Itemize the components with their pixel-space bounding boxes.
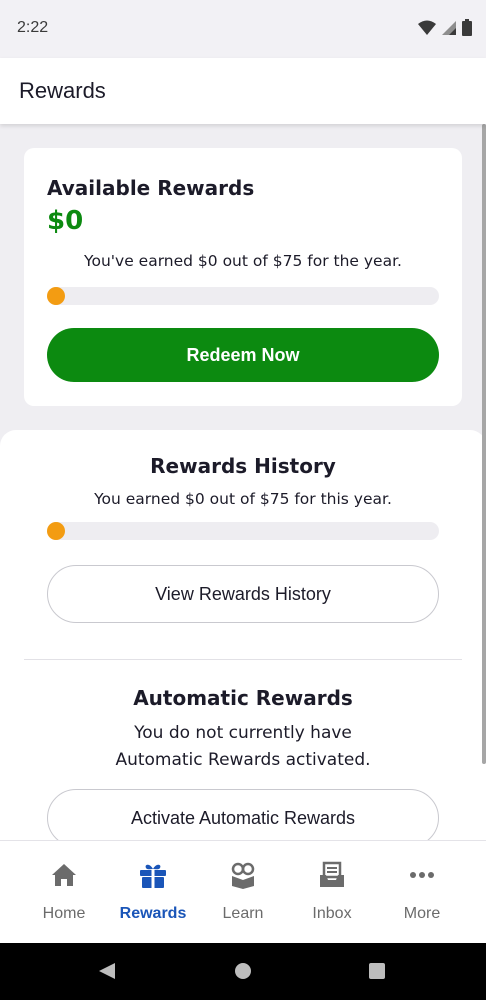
nav-label-more: More — [403, 905, 441, 922]
inbox-icon — [318, 861, 346, 889]
available-earned-text: You've earned $0 out of $75 for the year… — [84, 252, 402, 270]
view-rewards-history-button[interactable]: View Rewards History — [47, 565, 439, 623]
status-time: 2:22 — [17, 19, 49, 36]
automatic-rewards-title: Automatic Rewards — [133, 686, 353, 710]
system-nav-bar — [0, 943, 486, 1000]
cellular-signal-icon — [442, 20, 456, 35]
nav-item-learn[interactable]: Learn — [198, 841, 288, 944]
available-progress-fill — [47, 287, 65, 305]
home-circle-icon[interactable] — [234, 962, 252, 980]
activate-automatic-rewards-button[interactable]: Activate Automatic Rewards — [47, 789, 439, 840]
scrollbar-thumb[interactable] — [482, 124, 486, 764]
gift-icon — [139, 861, 167, 889]
nav-label-home: Home — [42, 905, 86, 922]
status-icons — [418, 19, 472, 36]
more-icon — [408, 861, 436, 889]
available-rewards-title: Available Rewards — [47, 176, 255, 200]
rewards-content[interactable]: Available Rewards $0 You've earned $0 ou… — [0, 124, 486, 840]
app-header: Rewards — [0, 58, 486, 124]
rewards-history-title: Rewards History — [150, 454, 336, 478]
nav-label-rewards: Rewards — [119, 905, 187, 922]
battery-icon — [462, 19, 472, 36]
nav-label-inbox: Inbox — [312, 905, 352, 922]
nav-item-inbox[interactable]: Inbox — [287, 841, 377, 944]
automatic-rewards-description: You do not currently have Automatic Rewa… — [115, 723, 371, 770]
status-bar: 2:22 — [0, 0, 486, 58]
history-progress-bar — [47, 522, 439, 540]
wifi-icon — [418, 20, 436, 35]
available-rewards-card: Available Rewards $0 You've earned $0 ou… — [24, 148, 462, 406]
rewards-history-card: Rewards History You earned $0 out of $75… — [0, 430, 486, 840]
nav-item-more[interactable]: More — [377, 841, 467, 944]
redeem-now-button[interactable]: Redeem Now — [47, 328, 439, 382]
history-progress-fill — [47, 522, 65, 540]
learn-icon — [229, 861, 257, 889]
back-icon[interactable] — [98, 962, 116, 980]
bottom-nav: Home Rewards Learn Inbox More — [0, 840, 486, 943]
nav-label-learn: Learn — [222, 905, 264, 922]
recents-icon[interactable] — [369, 963, 385, 979]
page-title: Rewards — [19, 78, 106, 103]
rewards-history-earned-text: You earned $0 out of $75 for this year. — [94, 490, 392, 508]
home-icon — [50, 861, 78, 889]
section-divider — [24, 659, 462, 660]
nav-item-rewards[interactable]: Rewards — [108, 841, 198, 944]
available-progress-bar — [47, 287, 439, 305]
nav-item-home[interactable]: Home — [19, 841, 109, 944]
scrollbar[interactable] — [480, 124, 486, 840]
available-rewards-amount: $0 — [47, 206, 84, 236]
